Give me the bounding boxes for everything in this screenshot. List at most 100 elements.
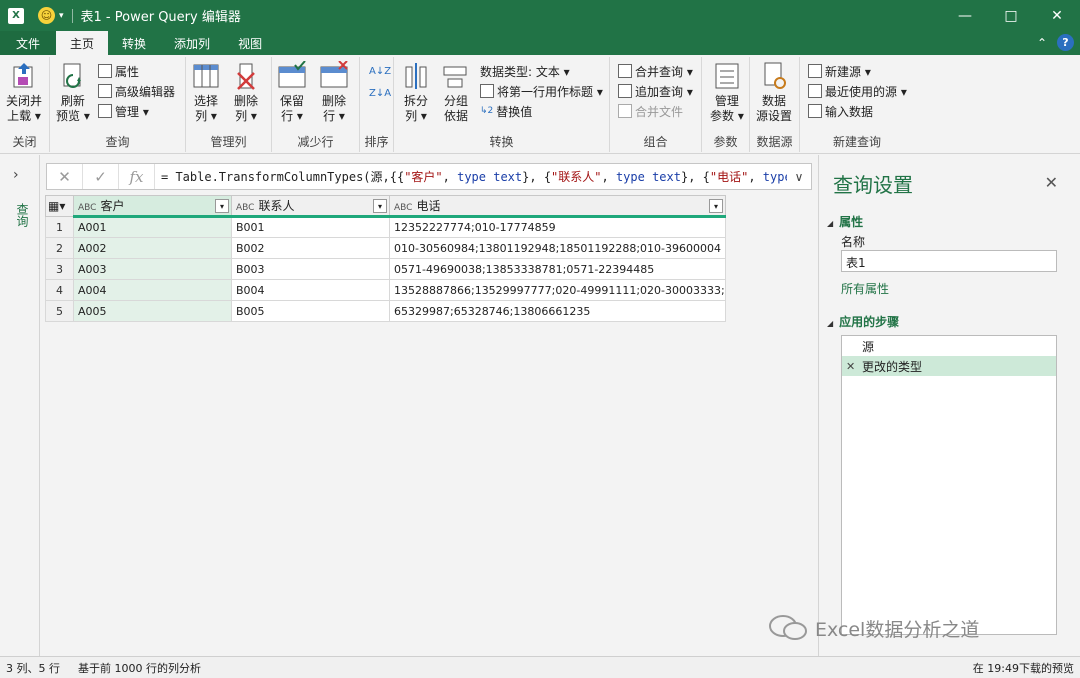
tab-add-column[interactable]: 添加列 xyxy=(160,31,224,55)
remove-rows-button[interactable]: 删除 行 ▾ xyxy=(320,61,348,124)
quick-access-dropdown-icon[interactable]: ▾ xyxy=(59,11,64,21)
tab-file[interactable]: 文件 xyxy=(0,31,57,55)
step-source[interactable]: 源 xyxy=(842,336,1056,356)
row-number[interactable]: 4 xyxy=(45,279,74,301)
feedback-smiley-icon[interactable]: ☺ xyxy=(38,7,55,24)
row-number[interactable]: 1 xyxy=(45,216,74,238)
formula-sep-1: , xyxy=(442,170,458,184)
table-cell[interactable]: 13528887866;13529997777;020-49991111;020… xyxy=(389,279,726,301)
tab-view[interactable]: 视图 xyxy=(224,31,276,55)
refresh-preview-button[interactable]: 刷新 预览 ▾ xyxy=(56,61,90,124)
data-preview-area: ▦▾ ABC 客户 ▾ ABC 联系人 ▾ ABC 电话 ▾ 1 A001 B00 xyxy=(41,191,817,656)
column-header-phone[interactable]: ABC 电话 ▾ xyxy=(389,195,726,217)
choose-columns-button[interactable]: 选择 列 ▾ xyxy=(192,61,220,124)
table-cell[interactable]: B002 xyxy=(231,237,390,259)
replace-values-icon: ↳2 xyxy=(480,106,494,116)
manage-button[interactable]: 管理 ▾ xyxy=(98,101,149,121)
table-cell[interactable]: 010-30560984;13801192948;18501192288;010… xyxy=(389,237,726,259)
formula-text[interactable]: = Table.TransformColumnTypes(源,{{"客户", t… xyxy=(155,168,787,185)
filter-dropdown-icon[interactable]: ▾ xyxy=(373,199,387,213)
table-menu-icon[interactable]: ▦▾ xyxy=(45,195,74,217)
row-number[interactable]: 2 xyxy=(45,237,74,259)
step-changed-type[interactable]: ✕ 更改的类型 xyxy=(842,356,1056,376)
table-cell[interactable]: A004 xyxy=(73,279,232,301)
text-type-icon[interactable]: ABC xyxy=(78,203,96,213)
tab-transform[interactable]: 转换 xyxy=(108,31,160,55)
table-cell[interactable]: 12352227774;010-17774859 xyxy=(389,215,726,238)
table-cell[interactable]: B005 xyxy=(231,300,390,322)
data-source-settings-button[interactable]: 数据 源设置 xyxy=(756,61,792,124)
row-number[interactable]: 5 xyxy=(45,300,74,322)
remove-columns-icon xyxy=(237,63,255,90)
properties-section-header[interactable]: ◢ 属性 xyxy=(827,213,863,230)
column-profiling-status[interactable]: 基于前 1000 行的列分析 xyxy=(78,660,201,676)
help-icon[interactable]: ? xyxy=(1057,34,1074,51)
table-cell[interactable]: 65329987;65328746;13806661235 xyxy=(389,300,726,322)
queries-pane-label[interactable]: 查询 xyxy=(14,203,31,227)
group-by-button[interactable]: 分组 依据 xyxy=(442,61,470,124)
column-header-contact[interactable]: ABC 联系人 ▾ xyxy=(231,195,390,217)
applied-steps-heading: 应用的步骤 xyxy=(839,315,900,329)
expand-formula-chevron-icon[interactable]: ∨ xyxy=(787,170,811,184)
new-source-icon xyxy=(808,64,822,78)
new-source-button[interactable]: 新建源 ▾ xyxy=(808,61,871,81)
query-name-input[interactable]: 表1 xyxy=(841,250,1057,272)
delete-step-icon[interactable]: ✕ xyxy=(846,360,862,373)
close-and-load-button[interactable]: 关闭并 上载 ▾ xyxy=(6,61,42,124)
merge-queries-button[interactable]: 合并查询 ▾ xyxy=(618,61,693,81)
applied-steps-section-header[interactable]: ◢ 应用的步骤 xyxy=(827,313,899,330)
filter-dropdown-icon[interactable]: ▾ xyxy=(709,199,723,213)
table-cell[interactable]: A001 xyxy=(73,215,232,238)
table-cell[interactable]: A005 xyxy=(73,300,232,322)
expand-queries-chevron-icon[interactable]: › xyxy=(13,167,19,183)
table-cell[interactable]: A002 xyxy=(73,237,232,259)
text-type-icon[interactable]: ABC xyxy=(394,203,412,213)
close-window-button[interactable]: ✕ xyxy=(1034,0,1080,31)
remove-rows-icon xyxy=(320,61,348,88)
properties-button[interactable]: 属性 xyxy=(98,61,139,81)
remove-columns-button[interactable]: 删除 列 ▾ xyxy=(232,61,260,124)
collapse-triangle-icon[interactable]: ◢ xyxy=(827,219,833,228)
combine-files-button[interactable]: 合并文件 xyxy=(618,101,683,121)
split-column-button[interactable]: 拆分 列 ▾ xyxy=(402,61,430,124)
name-label: 名称 xyxy=(841,235,866,249)
use-first-row-as-headers-button[interactable]: 将第一行用作标题 ▾ xyxy=(480,81,603,101)
minimize-button[interactable]: — xyxy=(942,0,988,31)
all-properties-link[interactable]: 所有属性 xyxy=(841,280,889,297)
table-cell[interactable]: B001 xyxy=(231,215,390,238)
enter-data-button[interactable]: 输入数据 xyxy=(808,101,873,121)
close-settings-icon[interactable]: ✕ xyxy=(1045,173,1058,192)
tab-home[interactable]: 主页 xyxy=(56,31,109,55)
filter-dropdown-icon[interactable]: ▾ xyxy=(215,199,229,213)
split-column-label-1: 拆分 xyxy=(403,94,428,108)
fx-icon[interactable]: fx xyxy=(119,164,155,189)
replace-values-button[interactable]: ↳2 替换值 xyxy=(480,101,532,121)
table-cell[interactable]: B004 xyxy=(231,279,390,301)
data-type-dropdown[interactable]: 数据类型: 文本 ▾ xyxy=(480,61,570,81)
cancel-formula-icon[interactable]: ✕ xyxy=(47,164,83,189)
close-and-load-label-2: 上载 ▾ xyxy=(7,109,41,123)
manage-parameters-button[interactable]: 管理 参数 ▾ xyxy=(710,61,744,124)
collapse-ribbon-icon[interactable]: ⌃ xyxy=(1037,36,1047,50)
group-transform: 拆分 列 ▾ 分组 依据 数据类型: 文本 ▾ 将第一行用作标题 ▾ ↳2 替换值… xyxy=(394,57,610,152)
table-cell[interactable]: 0571-49690038;13853338781;0571-22394485 xyxy=(389,258,726,280)
collapse-triangle-icon[interactable]: ◢ xyxy=(827,319,833,328)
group-label-data-source: 数据源 xyxy=(756,135,793,149)
confirm-formula-icon[interactable]: ✓ xyxy=(83,164,119,189)
table-cell[interactable]: B003 xyxy=(231,258,390,280)
column-header-customer[interactable]: ABC 客户 ▾ xyxy=(73,195,232,217)
maximize-button[interactable]: □ xyxy=(988,0,1034,31)
formula-bar: ✕ ✓ fx = Table.TransformColumnTypes(源,{{… xyxy=(46,163,812,190)
manage-parameters-icon xyxy=(715,63,739,89)
append-queries-button[interactable]: 追加查询 ▾ xyxy=(618,81,693,101)
sort-descending-icon[interactable]: Z↓A xyxy=(369,83,391,103)
row-number[interactable]: 3 xyxy=(45,258,74,280)
recent-sources-button[interactable]: 最近使用的源 ▾ xyxy=(808,81,907,101)
advanced-editor-button[interactable]: 高级编辑器 xyxy=(98,81,175,101)
table-cell[interactable]: A003 xyxy=(73,258,232,280)
text-type-icon[interactable]: ABC xyxy=(236,203,254,213)
group-label-new-query: 新建查询 xyxy=(832,135,881,149)
keep-rows-button[interactable]: 保留 行 ▾ xyxy=(278,61,306,124)
formula-prefix: = Table.TransformColumnTypes(源,{{ xyxy=(161,170,405,184)
sort-ascending-icon[interactable]: A↓Z xyxy=(369,61,391,81)
